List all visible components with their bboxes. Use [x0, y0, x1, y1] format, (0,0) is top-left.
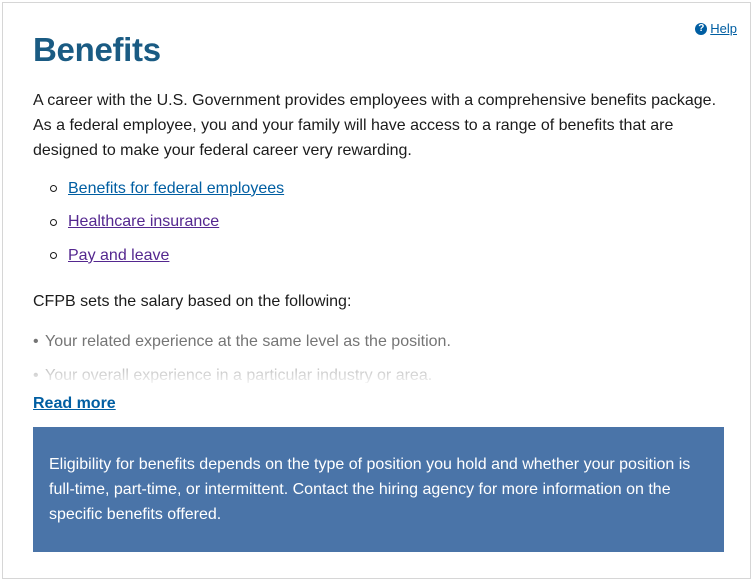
- salary-criterion: Your related experience at the same leve…: [45, 333, 451, 350]
- benefits-card: ? Help Benefits A career with the U.S. G…: [2, 2, 751, 579]
- healthcare-insurance-link[interactable]: Healthcare insurance: [68, 213, 219, 231]
- read-more-link[interactable]: Read more: [33, 395, 116, 413]
- benefits-federal-employees-link[interactable]: Benefits for federal employees: [68, 180, 284, 198]
- help-link[interactable]: ? Help: [695, 21, 737, 36]
- list-item: Benefits for federal employees: [33, 172, 284, 206]
- list-item: Healthcare insurance: [33, 206, 284, 240]
- question-circle-icon: ?: [695, 22, 708, 35]
- list-item: • Your overall experience in a particula…: [33, 359, 723, 383]
- benefit-links-list: Benefits for federal employees Healthcar…: [33, 172, 284, 273]
- bullet-icon: •: [33, 333, 39, 350]
- page-title: Benefits: [33, 31, 161, 68]
- help-label: Help: [710, 21, 737, 36]
- bullet-icon: •: [33, 367, 39, 383]
- salary-criteria-list: • Your related experience at the same le…: [33, 325, 723, 383]
- eligibility-notice: Eligibility for benefits depends on the …: [33, 427, 724, 552]
- circle-bullet-icon: [50, 185, 57, 193]
- circle-bullet-icon: [50, 218, 57, 226]
- salary-heading: CFPB sets the salary based on the follow…: [33, 293, 352, 310]
- pay-and-leave-link[interactable]: Pay and leave: [68, 247, 169, 265]
- list-item: • Your related experience at the same le…: [33, 325, 723, 359]
- list-item: Pay and leave: [33, 239, 284, 273]
- salary-criterion: Your overall experience in a particular …: [45, 367, 433, 383]
- circle-bullet-icon: [50, 252, 57, 260]
- intro-paragraph: A career with the U.S. Government provid…: [33, 92, 717, 159]
